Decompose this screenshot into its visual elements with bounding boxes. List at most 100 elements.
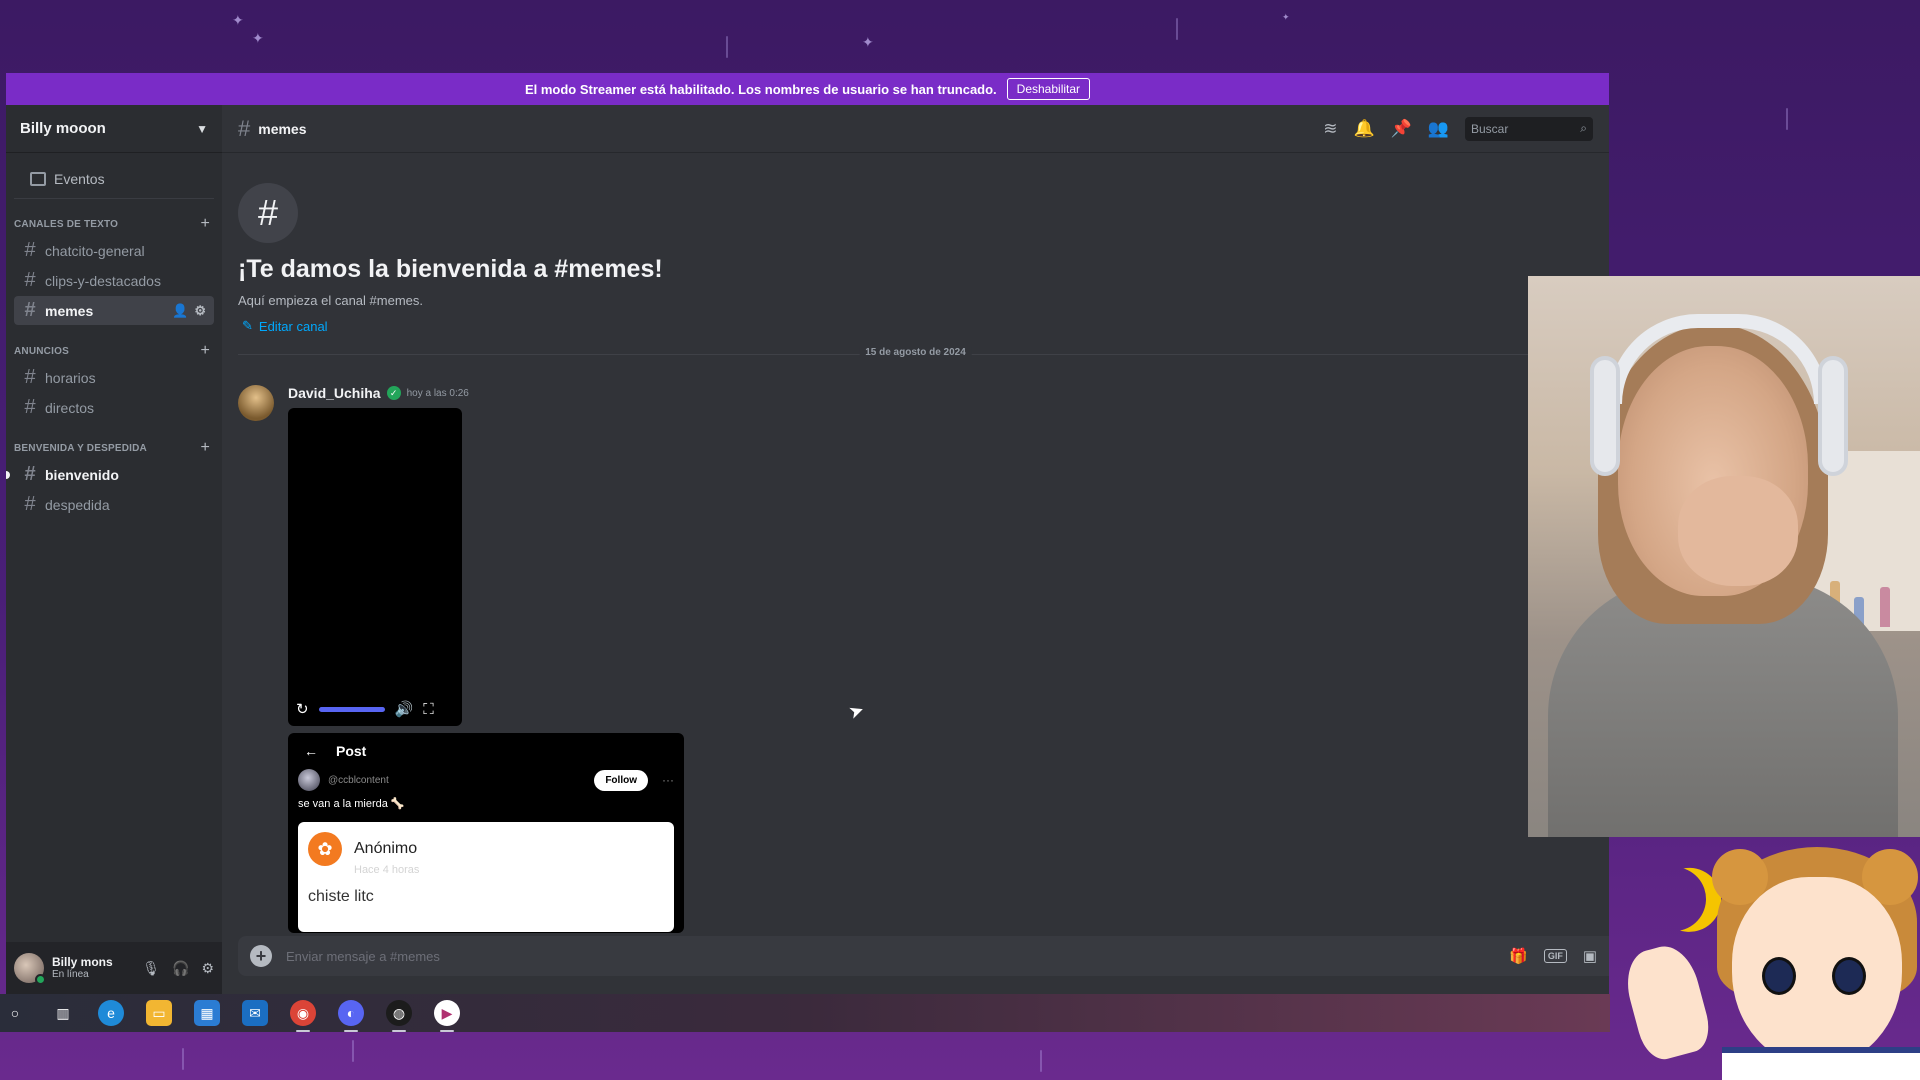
add-channel-icon[interactable]: + (200, 215, 210, 233)
welcome-hash-icon: # (238, 183, 298, 243)
volume-slider[interactable] (318, 706, 385, 712)
gear-icon[interactable]: ⚙ (201, 960, 214, 977)
fullscreen-icon[interactable]: ⛶ (423, 701, 434, 718)
category-text-channels[interactable]: CANALES DE TEXTO + (6, 213, 222, 235)
mail-icon[interactable]: ✉ (242, 1000, 268, 1026)
add-channel-icon[interactable]: + (200, 439, 210, 457)
message-input[interactable]: Enviar mensaje a #memes (286, 949, 1495, 964)
channel-item-clips-y-destacados[interactable]: # clips-y-destacados (14, 266, 214, 295)
microphone-icon[interactable]: 🎙 (142, 960, 160, 977)
video-attachment[interactable]: ↻ 🔊 ⛶ (288, 408, 462, 726)
channel-label: despedida (45, 496, 110, 513)
channel-label: clips-y-destacados (45, 272, 161, 289)
category-announcements[interactable]: ANUNCIOS + (6, 340, 222, 362)
streak-decoration (1176, 18, 1178, 40)
channel-label: bienvenido (45, 466, 119, 483)
channel-item-despedida[interactable]: # despedida (14, 490, 214, 519)
avatar[interactable] (238, 385, 274, 421)
channel-item-bienvenido[interactable]: # bienvenido (6, 460, 214, 489)
add-channel-icon[interactable]: + (200, 342, 210, 360)
server-header[interactable]: Billy mooon ▼ (6, 105, 222, 153)
image-attachment[interactable]: ← Post @ccblcontent Follow ··· se van a … (288, 733, 684, 933)
user-panel: Billy mons En línea 🎙 🎧 ⚙ (6, 942, 222, 994)
discord-window: El modo Streamer está habilitado. Los no… (6, 73, 1609, 994)
gear-icon[interactable]: ⚙ (194, 303, 206, 319)
search-icon[interactable]: ○ (2, 1000, 28, 1026)
events-item[interactable]: Eventos (14, 159, 214, 199)
hash-icon: # (24, 366, 36, 388)
unread-indicator (6, 470, 10, 479)
edit-channel-link[interactable]: ✎ Editar canal (242, 318, 328, 334)
discord-icon[interactable]: ◐ (338, 1000, 364, 1032)
members-icon[interactable]: 👥 (1428, 119, 1449, 139)
server-name: Billy mooon (20, 120, 106, 137)
card-body: chiste litc (308, 888, 374, 905)
chevron-down-icon: ▼ (196, 121, 208, 136)
events-label: Eventos (54, 170, 105, 187)
star-decoration: ✦ (232, 12, 244, 28)
hash-icon: # (24, 239, 36, 261)
message-author[interactable]: David_Uchiha (288, 385, 381, 401)
disable-streamer-button[interactable]: Deshabilitar (1006, 78, 1091, 100)
post-header: Post (336, 743, 367, 759)
gift-icon[interactable]: 🎁 (1509, 947, 1528, 965)
post-handle: @ccblcontent (328, 774, 389, 786)
hash-icon: # (24, 396, 36, 418)
arrow-left-icon: ← (304, 743, 318, 759)
edit-channel-label: Editar canal (258, 318, 328, 334)
category-label: CANALES DE TEXTO (14, 218, 119, 230)
chrome-icon[interactable]: ◉ (290, 1000, 316, 1032)
invite-icon[interactable]: 👤 (172, 303, 188, 319)
file-explorer-icon[interactable]: ▭ (146, 1000, 172, 1026)
store-icon[interactable]: ▦ (194, 1000, 220, 1026)
online-status-dot (35, 974, 46, 985)
streak-decoration (1786, 108, 1788, 130)
user-status: En línea (52, 969, 89, 981)
card-name: Anónimo (354, 840, 418, 857)
hash-icon: # (238, 115, 251, 141)
follow-button: Follow (594, 769, 648, 791)
pin-icon[interactable]: 📌 (1391, 119, 1412, 139)
search-placeholder: Buscar (1471, 121, 1509, 136)
message-timestamp: hoy a las 0:26 (406, 387, 469, 399)
channel-item-chatcito-general[interactable]: # chatcito-general (14, 236, 214, 265)
headphones-icon[interactable]: 🎧 (172, 960, 189, 977)
user-name: Billy mons (52, 954, 113, 969)
streamer-mode-banner: El modo Streamer está habilitado. Los no… (6, 73, 1609, 105)
bell-icon[interactable]: 🔔 (1353, 119, 1374, 139)
channel-item-horarios[interactable]: # horarios (14, 363, 214, 392)
add-attachment-icon[interactable]: + (250, 945, 272, 967)
channel-sidebar: Billy mooon ▼ Eventos CANALES DE TEXTO +… (6, 105, 222, 994)
message-composer[interactable]: + Enviar mensaje a #memes 🎁 GIF ▣ (238, 936, 1609, 976)
channel-label: chatcito-general (45, 242, 145, 259)
verified-badge-icon: ✓ (386, 386, 401, 400)
anime-character-overlay (1612, 837, 1920, 1080)
media-player-icon[interactable]: ▶ (434, 1000, 460, 1032)
calendar-icon (30, 171, 46, 186)
obs-icon[interactable]: ◍ (386, 1000, 412, 1032)
hash-icon: # (24, 299, 36, 321)
replay-icon[interactable]: ↻ (296, 700, 309, 718)
hash-icon: # (24, 463, 36, 485)
avatar[interactable] (14, 953, 46, 985)
streak-decoration (182, 1048, 184, 1070)
date-divider-label: 15 de agosto de 2024 (859, 347, 972, 358)
category-welcome[interactable]: BENVENIDA Y DESPEDIDA + (6, 437, 222, 459)
channel-item-directos[interactable]: # directos (14, 393, 214, 422)
sticker-icon[interactable]: ▣ (1583, 947, 1597, 965)
channel-label: memes (45, 302, 94, 319)
banner-text: El modo Streamer está habilitado. Los no… (524, 81, 997, 97)
search-input[interactable]: Buscar ⌕ (1465, 116, 1593, 141)
task-view-icon[interactable]: ▥ (50, 1000, 76, 1026)
speaker-icon[interactable]: 🔊 (395, 700, 414, 718)
channel-item-memes[interactable]: # memes 👤 ⚙ (14, 296, 214, 325)
edge-icon[interactable]: e (98, 1000, 124, 1026)
card-time: Hace 4 horas (354, 864, 420, 876)
post-caption: se van a la mierda 🦴 (298, 798, 405, 810)
threads-icon[interactable]: ≋ (1323, 119, 1337, 139)
post-avatar (298, 769, 320, 791)
gif-icon[interactable]: GIF (1543, 949, 1567, 963)
streak-decoration (726, 36, 728, 58)
message-header: David_Uchiha ✓ hoy a las 0:26 (288, 385, 469, 401)
search-icon: ⌕ (1580, 121, 1587, 135)
